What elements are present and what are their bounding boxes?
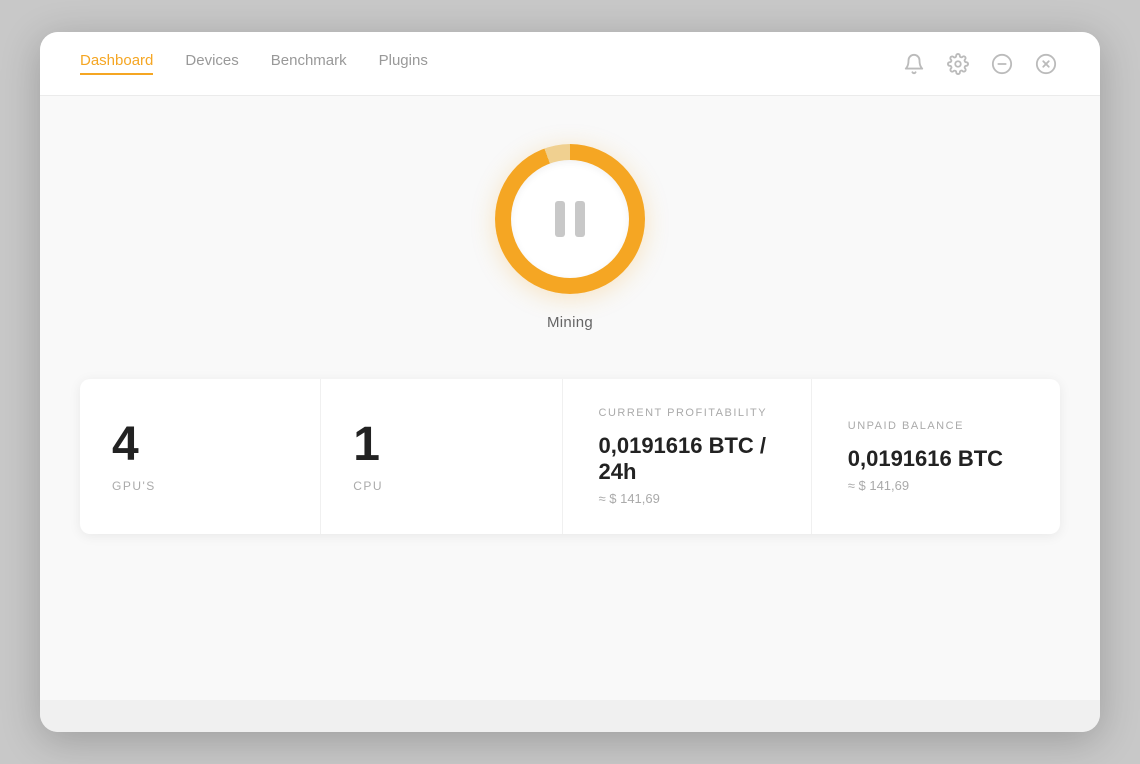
settings-icon[interactable] xyxy=(944,50,972,78)
stat-card-profitability: CURRENT PROFITABILITY 0,0191616 BTC / 24… xyxy=(563,379,812,534)
unpaid-sub-value: ≈ $ 141,69 xyxy=(848,478,909,493)
nav-item-devices[interactable]: Devices xyxy=(185,52,238,75)
pause-bar-left xyxy=(555,201,565,237)
mining-button-section: Mining xyxy=(495,144,645,331)
bottom-strip xyxy=(40,700,1100,732)
gpu-count-value: 4 xyxy=(112,421,139,469)
profitability-sub-value: ≈ $ 141,69 xyxy=(599,491,660,506)
unpaid-main-value: 0,0191616 BTC xyxy=(848,446,1003,472)
nav-item-dashboard[interactable]: Dashboard xyxy=(80,52,153,75)
mining-toggle-button[interactable] xyxy=(495,144,645,294)
nav-item-benchmark[interactable]: Benchmark xyxy=(271,52,347,75)
main-nav: Dashboard Devices Benchmark Plugins xyxy=(80,52,428,75)
profitability-main-value: 0,0191616 BTC / 24h xyxy=(599,433,775,485)
mining-label: Mining xyxy=(547,314,593,331)
stats-row: 4 GPU'S 1 CPU CURRENT PROFITABILITY 0,01… xyxy=(80,379,1060,534)
pause-bar-right xyxy=(575,201,585,237)
pause-icon xyxy=(555,201,585,237)
cpu-count-label: CPU xyxy=(353,479,383,493)
header-actions xyxy=(900,50,1060,78)
minimize-icon[interactable] xyxy=(988,50,1016,78)
header: Dashboard Devices Benchmark Plugins xyxy=(40,32,1100,96)
cpu-count-value: 1 xyxy=(353,421,380,469)
main-content: Mining 4 GPU'S 1 CPU CURRENT PROFITABILI… xyxy=(40,96,1100,700)
nav-item-plugins[interactable]: Plugins xyxy=(379,52,428,75)
gpu-count-label: GPU'S xyxy=(112,479,156,493)
unpaid-title: UNPAID BALANCE xyxy=(848,420,964,432)
close-icon[interactable] xyxy=(1032,50,1060,78)
stat-card-gpus: 4 GPU'S xyxy=(80,379,321,534)
profitability-title: CURRENT PROFITABILITY xyxy=(599,407,768,419)
stat-card-unpaid: UNPAID BALANCE 0,0191616 BTC ≈ $ 141,69 xyxy=(812,379,1060,534)
mining-circle-inner xyxy=(511,160,629,278)
bell-icon[interactable] xyxy=(900,50,928,78)
app-window: Dashboard Devices Benchmark Plugins xyxy=(40,32,1100,732)
stat-card-cpu: 1 CPU xyxy=(321,379,562,534)
